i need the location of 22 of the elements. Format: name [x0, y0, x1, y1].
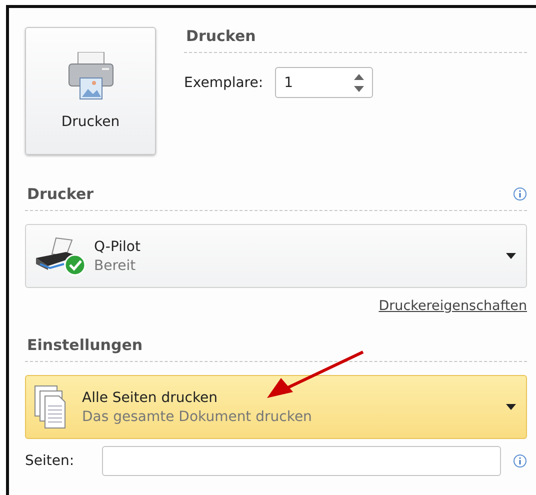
section-heading: Drucker — [27, 185, 94, 203]
printer-ready-icon — [34, 236, 88, 276]
copies-spinner[interactable]: 1 — [275, 67, 374, 98]
printer-dropdown[interactable]: Q-Pilot Bereit — [25, 224, 527, 288]
printer-properties-link[interactable]: Druckereigenschaften — [378, 298, 527, 314]
caret-icon — [506, 253, 516, 259]
printer-name: Q-Pilot — [94, 238, 142, 254]
section-heading: Drucken — [186, 27, 256, 45]
pages-label: Seiten: — [25, 453, 74, 469]
printer-status: Bereit — [94, 258, 137, 274]
spin-arrows-icon[interactable] — [354, 72, 364, 92]
print-button[interactable]: Drucken — [25, 27, 156, 155]
range-description: Das gesamte Dokument drucken — [82, 408, 313, 424]
copies-label: Exemplare: — [184, 74, 264, 90]
caret-icon — [506, 404, 516, 410]
print-range-dropdown[interactable]: Alle Seiten drucken Das gesamte Dokument drucken — [25, 375, 527, 439]
info-icon[interactable] — [513, 454, 527, 468]
pages-field[interactable] — [102, 446, 501, 476]
range-title: Alle Seiten drucken — [82, 390, 219, 406]
printer-icon — [68, 52, 114, 100]
info-icon[interactable] — [513, 187, 527, 201]
section-heading: Einstellungen — [27, 336, 143, 354]
